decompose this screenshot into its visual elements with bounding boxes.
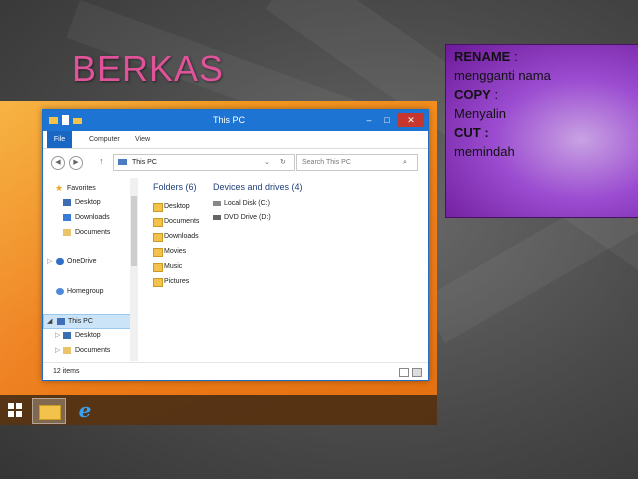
copy-desc: Menyalin bbox=[454, 106, 507, 121]
search-input[interactable]: Search This PC ⌕ bbox=[296, 154, 418, 171]
desktop-icon bbox=[63, 199, 71, 206]
copy-line: COPY : bbox=[454, 87, 498, 102]
folder-icon bbox=[153, 218, 163, 227]
close-button[interactable]: ✕ bbox=[398, 113, 424, 127]
documents-icon bbox=[63, 229, 71, 236]
collapse-icon[interactable]: ◢ bbox=[47, 315, 52, 328]
search-icon[interactable]: ⌕ bbox=[403, 155, 407, 170]
rename-line: RENAME : bbox=[454, 49, 518, 64]
navigation-pane: ★ Favorites Desktop Downloads Documents … bbox=[43, 178, 131, 361]
nav-item-pc-documents[interactable]: ▷ Documents bbox=[43, 344, 129, 357]
nav-item-favorites[interactable]: ★ Favorites bbox=[43, 182, 129, 195]
file-explorer-window: This PC – □ ✕ File Computer View ◀ ▶ ↑ T… bbox=[42, 109, 429, 381]
scrollbar-thumb[interactable] bbox=[131, 196, 137, 266]
nav-label: Documents bbox=[75, 347, 111, 354]
cloud-icon bbox=[56, 258, 64, 265]
computer-icon bbox=[57, 318, 65, 325]
rename-term: RENAME bbox=[454, 49, 511, 64]
dvd-drive-icon bbox=[213, 215, 221, 220]
nav-label: Favorites bbox=[67, 185, 96, 192]
item-count: 12 items bbox=[53, 368, 80, 375]
cut-desc: memindah bbox=[454, 144, 515, 159]
slide: BERKAS This PC – □ ✕ File Computer View … bbox=[0, 0, 638, 479]
hard-disk-icon bbox=[213, 201, 221, 206]
nav-item-onedrive[interactable]: ▷ OneDrive bbox=[43, 255, 129, 268]
cut-line: CUT : bbox=[454, 125, 489, 140]
rename-sep: : bbox=[510, 49, 518, 64]
nav-label: OneDrive bbox=[67, 258, 97, 265]
new-folder-icon[interactable] bbox=[73, 115, 82, 125]
file-explorer-icon[interactable] bbox=[32, 398, 66, 424]
definitions-panel: RENAME : mengganti nama COPY : Menyalin … bbox=[445, 44, 638, 218]
nav-label: Homegroup bbox=[67, 288, 104, 295]
address-row: ◀ ▶ ↑ This PC ⌄ ↻ Search This PC ⌕ bbox=[43, 149, 428, 175]
ribbon-tabs: File Computer View bbox=[43, 131, 428, 149]
folders-group-header[interactable]: Folders (6) bbox=[153, 182, 197, 192]
nav-label: Desktop bbox=[75, 332, 101, 339]
window-titlebar[interactable]: This PC – □ ✕ bbox=[43, 110, 428, 131]
nav-item-downloads[interactable]: Downloads bbox=[43, 211, 129, 224]
cut-term: CUT : bbox=[454, 125, 489, 140]
nav-item-this-pc[interactable]: ◢ This PC bbox=[43, 314, 131, 329]
downloads-icon bbox=[63, 214, 71, 221]
computer-icon bbox=[118, 159, 127, 165]
nav-scrollbar[interactable] bbox=[130, 178, 138, 361]
expand-icon[interactable]: ▷ bbox=[47, 255, 52, 268]
tab-file[interactable]: File bbox=[47, 131, 72, 148]
folder-icon bbox=[153, 203, 163, 212]
content-pane: Folders (6) Devices and drives (4) Deskt… bbox=[153, 182, 303, 287]
address-bar[interactable]: This PC ⌄ ↻ bbox=[113, 154, 295, 171]
folder-icon bbox=[153, 248, 163, 257]
expand-icon[interactable]: ▷ bbox=[55, 329, 60, 342]
nav-label: Desktop bbox=[75, 199, 101, 206]
chevron-down-icon[interactable]: ⌄ bbox=[264, 155, 270, 170]
status-bar: 12 items bbox=[43, 362, 428, 380]
minimize-button[interactable]: – bbox=[361, 113, 377, 127]
internet-explorer-icon[interactable]: e bbox=[74, 399, 96, 421]
star-icon: ★ bbox=[55, 183, 64, 193]
nav-label: Documents bbox=[75, 229, 111, 236]
nav-item-desktop[interactable]: Desktop bbox=[43, 196, 129, 209]
homegroup-icon bbox=[56, 288, 64, 295]
slide-title: BERKAS bbox=[72, 48, 225, 89]
documents-icon bbox=[63, 347, 71, 354]
taskbar: e bbox=[0, 395, 437, 425]
nav-item-homegroup[interactable]: Homegroup bbox=[43, 285, 129, 298]
folder-icon bbox=[153, 263, 163, 272]
search-placeholder: Search This PC bbox=[302, 159, 351, 166]
desktop-icon bbox=[63, 332, 71, 339]
large-icons-view-icon[interactable] bbox=[412, 368, 422, 377]
nav-label: This PC bbox=[68, 318, 93, 325]
folder-icon bbox=[153, 233, 163, 242]
refresh-icon[interactable]: ↻ bbox=[280, 155, 286, 170]
copy-term: COPY bbox=[454, 87, 491, 102]
maximize-button[interactable]: □ bbox=[379, 113, 395, 127]
folder-icon bbox=[153, 278, 163, 287]
back-button[interactable]: ◀ bbox=[51, 156, 65, 170]
windows-start-icon[interactable] bbox=[8, 403, 22, 417]
forward-button[interactable]: ▶ bbox=[69, 156, 83, 170]
address-text: This PC bbox=[132, 159, 157, 166]
expand-icon[interactable]: ▷ bbox=[55, 344, 60, 357]
nav-item-pc-desktop[interactable]: ▷ Desktop bbox=[43, 329, 129, 342]
up-arrow-icon[interactable]: ↑ bbox=[99, 156, 104, 166]
folder-icon bbox=[49, 117, 58, 124]
tab-computer[interactable]: Computer bbox=[89, 131, 120, 148]
copy-sep: : bbox=[490, 87, 499, 102]
nav-label: Downloads bbox=[75, 214, 110, 221]
tab-view[interactable]: View bbox=[135, 131, 150, 148]
details-view-icon[interactable] bbox=[399, 368, 409, 377]
devices-group-header[interactable]: Devices and drives (4) bbox=[213, 182, 303, 192]
rename-desc: mengganti nama bbox=[454, 68, 551, 83]
properties-icon[interactable] bbox=[61, 115, 70, 125]
folder-icon bbox=[39, 405, 61, 420]
window-title: This PC bbox=[213, 115, 246, 125]
nav-item-documents[interactable]: Documents bbox=[43, 226, 129, 239]
